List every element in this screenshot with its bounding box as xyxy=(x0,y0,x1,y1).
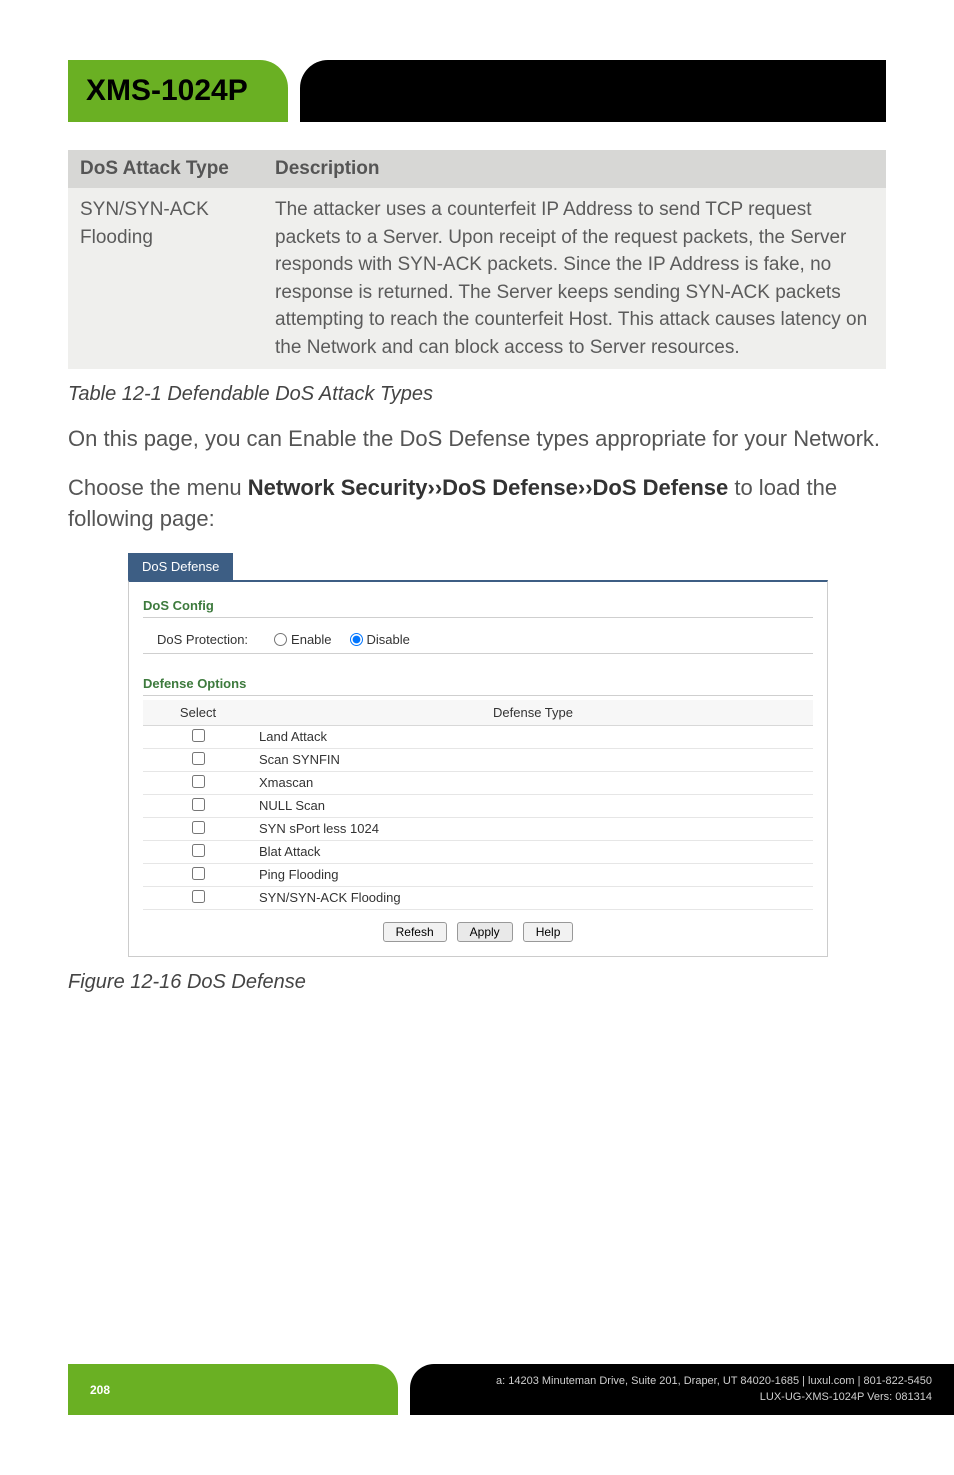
para2-pre: Choose the menu xyxy=(68,475,248,500)
footer-doc-id: LUX-UG-XMS-1024P Vers: 081314 xyxy=(452,1390,932,1405)
radio-disable[interactable] xyxy=(350,633,363,646)
footer-info: a: 14203 Minuteman Drive, Suite 201, Dra… xyxy=(410,1364,954,1415)
dos-desc-cell: The attacker uses a counterfeit IP Addre… xyxy=(263,188,886,369)
dos-type-cell: SYN/SYN-ACK Flooding xyxy=(68,188,263,369)
defense-header-select: Select xyxy=(143,700,253,726)
help-button[interactable]: Help xyxy=(523,922,574,942)
page-footer: 208 a: 14203 Minuteman Drive, Suite 201,… xyxy=(68,1364,954,1415)
defense-item-label: Land Attack xyxy=(253,725,813,748)
checkbox-scan-synfin[interactable] xyxy=(192,752,205,765)
title-bar-filler xyxy=(300,60,886,122)
table-row: Ping Flooding xyxy=(143,863,813,886)
checkbox-null-scan[interactable] xyxy=(192,798,205,811)
defense-item-label: Xmascan xyxy=(253,771,813,794)
checkbox-blat-attack[interactable] xyxy=(192,844,205,857)
checkbox-syn-synack-flooding[interactable] xyxy=(192,890,205,903)
defense-item-label: SYN sPort less 1024 xyxy=(253,817,813,840)
title-bar: XMS-1024P xyxy=(68,60,886,122)
body-paragraph-1: On this page, you can Enable the DoS Def… xyxy=(68,424,886,455)
checkbox-syn-sport-1024[interactable] xyxy=(192,821,205,834)
radio-enable-label: Enable xyxy=(291,632,331,647)
dos-defense-screenshot: DoS Defense DoS Config DoS Protection: E… xyxy=(128,553,828,957)
defense-item-label: NULL Scan xyxy=(253,794,813,817)
refresh-button[interactable]: Refesh xyxy=(383,922,447,942)
checkbox-ping-flooding[interactable] xyxy=(192,867,205,880)
dos-protection-radio-group: Enable Disable xyxy=(274,632,410,647)
body-paragraph-2: Choose the menu Network Security››DoS De… xyxy=(68,473,886,535)
menu-path-strong: Network Security››DoS Defense››DoS Defen… xyxy=(248,475,728,500)
footer-page-number: 208 xyxy=(68,1364,398,1415)
table-row: Scan SYNFIN xyxy=(143,748,813,771)
screenshot-body: DoS Config DoS Protection: Enable Disabl… xyxy=(128,580,828,957)
defense-item-label: SYN/SYN-ACK Flooding xyxy=(253,886,813,909)
dos-table-header-desc: Description xyxy=(263,150,886,188)
defense-item-label: Scan SYNFIN xyxy=(253,748,813,771)
table-row: SYN/SYN-ACK Flooding xyxy=(143,886,813,909)
dos-protection-label: DoS Protection: xyxy=(157,632,248,647)
radio-disable-label: Disable xyxy=(367,632,410,647)
dos-attack-table: DoS Attack Type Description SYN/SYN-ACK … xyxy=(68,150,886,369)
figure-caption: Figure 12-16 DoS Defense xyxy=(68,971,886,994)
table-row: Blat Attack xyxy=(143,840,813,863)
table-row: NULL Scan xyxy=(143,794,813,817)
defense-item-label: Blat Attack xyxy=(253,840,813,863)
radio-enable[interactable] xyxy=(274,633,287,646)
table-row: Land Attack xyxy=(143,725,813,748)
checkbox-land-attack[interactable] xyxy=(192,729,205,742)
table-row: SYN/SYN-ACK Flooding The attacker uses a… xyxy=(68,188,886,369)
section-title-defense-options: Defense Options xyxy=(143,676,813,696)
footer-address: a: 14203 Minuteman Drive, Suite 201, Dra… xyxy=(452,1374,932,1389)
table-row: Xmascan xyxy=(143,771,813,794)
defense-options-table: Select Defense Type Land Attack Scan SYN… xyxy=(143,700,813,910)
tab-dos-defense[interactable]: DoS Defense xyxy=(128,553,233,580)
apply-button[interactable]: Apply xyxy=(457,922,513,942)
table-caption: Table 12-1 Defendable DoS Attack Types xyxy=(68,383,886,406)
section-title-dos-config: DoS Config xyxy=(143,598,813,618)
defense-header-type: Defense Type xyxy=(253,700,813,726)
defense-item-label: Ping Flooding xyxy=(253,863,813,886)
dos-table-header-type: DoS Attack Type xyxy=(68,150,263,188)
screenshot-button-row: Refesh Apply Help xyxy=(143,922,813,942)
table-row: SYN sPort less 1024 xyxy=(143,817,813,840)
checkbox-xmascan[interactable] xyxy=(192,775,205,788)
product-model-badge: XMS-1024P xyxy=(68,60,288,122)
dos-protection-row: DoS Protection: Enable Disable xyxy=(143,622,813,654)
